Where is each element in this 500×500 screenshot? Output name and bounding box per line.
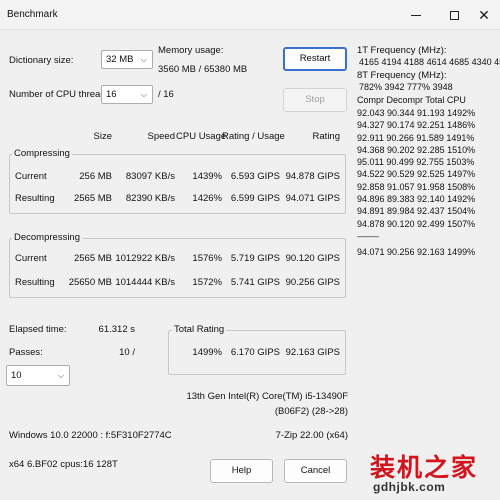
decompressing-current-size: 2565 MB: [73, 253, 112, 264]
compressing-label: Compressing: [12, 148, 72, 159]
elapsed-time-value: 61.312 s: [98, 324, 135, 335]
chevron-down-icon: ⌵: [140, 90, 147, 99]
memory-usage-label: Memory usage:: [158, 45, 224, 56]
restart-button[interactable]: Restart: [283, 47, 347, 71]
compressing-current-size: 256 MB: [79, 171, 112, 182]
column-header-size: Size: [93, 131, 112, 142]
column-header-speed: Speed: [147, 131, 175, 142]
compressing-resulting-label: Resulting: [15, 193, 55, 204]
compressing-resulting-cpu: 1426%: [192, 193, 222, 204]
total-rating-label: Total Rating: [172, 324, 227, 335]
compressing-resulting-rating-usage: 6.599 GIPS: [230, 193, 280, 204]
log-row: 94.368 90.202 92.285 1510%: [357, 144, 476, 155]
cancel-button[interactable]: Cancel: [284, 459, 347, 483]
minimize-icon[interactable]: [404, 6, 428, 24]
column-header-cpu-usage: CPU Usage: [176, 131, 227, 142]
decompressing-resulting-label: Resulting: [15, 277, 55, 288]
cpu-threads-max: / 16: [158, 89, 174, 100]
passes-select-value: 10: [11, 370, 22, 381]
dictionary-size-value: 32 MB: [106, 54, 134, 65]
cpu-threads-select[interactable]: 16 ⌵: [101, 85, 153, 104]
cpu-id: (B06F2) (28->28): [274, 406, 348, 417]
dictionary-size-select[interactable]: 32 MB ⌵: [101, 50, 153, 69]
decompressing-resulting-rating-usage: 5.741 GIPS: [230, 277, 280, 288]
memory-usage-value: 3560 MB / 65380 MB: [158, 64, 248, 75]
arch-info: x64 6.BF02 cpus:16 128T: [9, 459, 118, 470]
decompressing-resulting-cpu: 1572%: [192, 277, 222, 288]
version-info: 7-Zip 22.00 (x64): [275, 430, 348, 441]
decompressing-current-label: Current: [15, 253, 47, 264]
elapsed-time-label: Elapsed time:: [9, 324, 67, 335]
column-header-rating-usage: Rating / Usage: [222, 131, 285, 142]
decompressing-group: [9, 238, 346, 298]
cpu-name: 13th Gen Intel(R) Core(TM) i5-13490F: [186, 391, 348, 402]
decompressing-resulting-size: 25650 MB: [68, 277, 112, 288]
chevron-down-icon: ⌵: [140, 55, 147, 64]
log-rows: 92.043 90.344 91.193 1492% 94.327 90.174…: [357, 107, 475, 230]
maximize-icon[interactable]: [442, 6, 466, 24]
compressing-group: [9, 154, 346, 214]
passes-value: 10 /: [119, 347, 135, 358]
compressing-resulting-speed: 82390 KB/s: [125, 193, 175, 204]
log-separator: ----------: [357, 232, 379, 241]
log-row: 94.327 90.174 92.251 1486%: [357, 120, 476, 131]
log-total: 94.071 90.256 92.163 1499%: [357, 247, 476, 257]
freq-1t-label: 1T Frequency (MHz):: [357, 45, 447, 56]
total-rating-usage: 6.170 GIPS: [230, 347, 280, 358]
freq-8t-label: 8T Frequency (MHz):: [357, 70, 447, 81]
compressing-resulting-rating: 94.071 GIPS: [285, 193, 340, 204]
os-info: Windows 10.0 22000 : f:5F310F2774C: [9, 430, 172, 441]
decompressing-current-cpu: 1576%: [192, 253, 222, 264]
help-button[interactable]: Help: [210, 459, 273, 483]
total-rating-cpu: 1499%: [192, 347, 222, 358]
dictionary-size-label: Dictionary size:: [9, 55, 74, 66]
stop-button[interactable]: Stop: [283, 88, 347, 112]
freq-1t-values: 4165 4194 4188 4614 4685 4340 4509: [359, 57, 500, 67]
log-row: 94.878 90.120 92.499 1507%: [357, 218, 476, 229]
freq-8t-values: 782% 3942 777% 3948: [359, 82, 453, 92]
compressing-current-cpu: 1439%: [192, 171, 222, 182]
compressing-resulting-size: 2565 MB: [73, 193, 112, 204]
log-row: 95.011 90.499 92.755 1503%: [357, 157, 475, 168]
passes-label: Passes:: [9, 347, 43, 358]
compressing-current-speed: 83097 KB/s: [125, 171, 175, 182]
close-icon[interactable]: ✕: [472, 6, 496, 24]
cpu-threads-label: Number of CPU threads:: [9, 89, 114, 100]
compressing-current-label: Current: [15, 171, 47, 182]
log-row: 92.043 90.344 91.193 1492%: [357, 108, 476, 118]
passes-select[interactable]: 10 ⌵: [6, 365, 70, 386]
watermark-url: gdhjbk.com: [373, 480, 446, 494]
decompressing-resulting-speed: 1014444 KB/s: [115, 277, 175, 288]
compressing-current-rating: 94.878 GIPS: [285, 171, 340, 182]
window-title: Benchmark: [7, 9, 58, 20]
column-header-rating: Rating: [312, 131, 340, 142]
log-row: 94.522 90.529 92.525 1497%: [357, 169, 476, 180]
compressing-current-rating-usage: 6.593 GIPS: [230, 171, 280, 182]
title-bar: Benchmark ✕: [0, 0, 500, 30]
decompressing-current-rating-usage: 5.719 GIPS: [230, 253, 280, 264]
decompressing-resulting-rating: 90.256 GIPS: [285, 277, 340, 288]
chevron-down-icon: ⌵: [57, 371, 64, 380]
log-row: 94.896 89.383 92.140 1492%: [357, 194, 476, 205]
cpu-threads-value: 16: [106, 89, 117, 100]
log-row: 94.891 89.984 92.437 1504%: [357, 206, 476, 217]
watermark-logo: 装机之家: [370, 453, 479, 482]
decompressing-current-speed: 1012922 KB/s: [115, 253, 175, 264]
log-row: 92.858 91.057 91.958 1508%: [357, 181, 476, 192]
total-rating-value: 92.163 GIPS: [285, 347, 340, 358]
decompressing-label: Decompressing: [12, 232, 82, 243]
log-row: 92.911 90.266 91.589 1491%: [357, 132, 475, 143]
decompressing-current-rating: 90.120 GIPS: [285, 253, 340, 264]
log-header: Compr Decompr Total CPU: [357, 95, 466, 105]
